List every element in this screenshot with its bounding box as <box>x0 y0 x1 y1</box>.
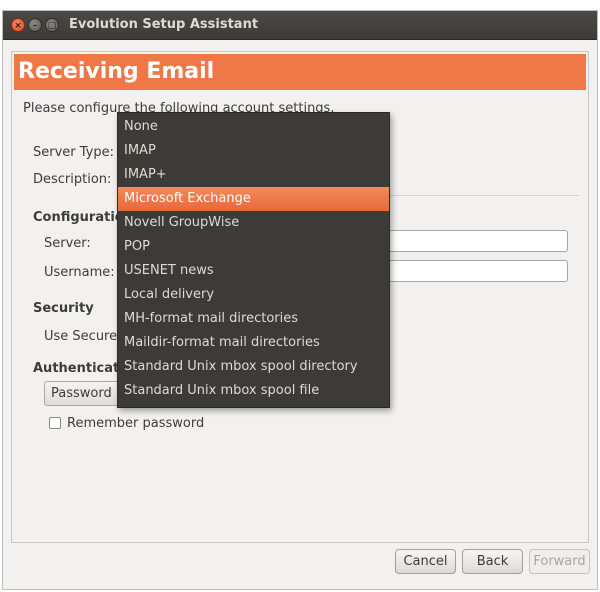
menu-item-novell-groupwise[interactable]: Novell GroupWise <box>118 211 389 235</box>
menu-item-usenet-news[interactable]: USENET news <box>118 259 389 283</box>
menu-item-mbox-spool-file[interactable]: Standard Unix mbox spool file <box>118 379 389 403</box>
cancel-button[interactable]: Cancel <box>395 549 456 574</box>
close-window-button[interactable]: × <box>11 18 25 32</box>
menu-item-pop[interactable]: POP <box>118 235 389 259</box>
server-type-dropdown-menu: None IMAP IMAP+ Microsoft Exchange Novel… <box>117 112 390 408</box>
remember-password-checkbox[interactable] <box>49 417 61 429</box>
menu-item-mbox-spool-directory[interactable]: Standard Unix mbox spool directory <box>118 355 389 379</box>
username-input[interactable] <box>388 260 568 282</box>
auth-type-combo[interactable]: Password <box>44 381 124 406</box>
username-label: Username: <box>44 265 115 280</box>
menu-item-imap[interactable]: IMAP <box>118 139 389 163</box>
description-label: Description: <box>33 172 112 187</box>
page-title: Receiving Email <box>14 54 586 90</box>
back-button[interactable]: Back <box>462 549 523 574</box>
menu-item-none[interactable]: None <box>118 115 389 139</box>
maximize-window-button[interactable]: □ <box>45 18 59 32</box>
title-bar: × – □ Evolution Setup Assistant <box>3 11 597 40</box>
menu-item-imap-plus[interactable]: IMAP+ <box>118 163 389 187</box>
server-type-label: Server Type: <box>33 145 115 160</box>
server-input[interactable] <box>388 230 568 252</box>
minimize-window-button[interactable]: – <box>28 18 42 32</box>
menu-item-local-delivery[interactable]: Local delivery <box>118 283 389 307</box>
menu-item-mh-format[interactable]: MH-format mail directories <box>118 307 389 331</box>
window-title: Evolution Setup Assistant <box>69 17 259 32</box>
forward-button[interactable]: Forward <box>529 549 590 574</box>
server-label: Server: <box>44 236 91 251</box>
security-heading: Security <box>33 301 94 316</box>
menu-item-microsoft-exchange[interactable]: Microsoft Exchange <box>118 187 389 211</box>
menu-item-maildir-format[interactable]: Maildir-format mail directories <box>118 331 389 355</box>
remember-password-label[interactable]: Remember password <box>67 416 204 431</box>
